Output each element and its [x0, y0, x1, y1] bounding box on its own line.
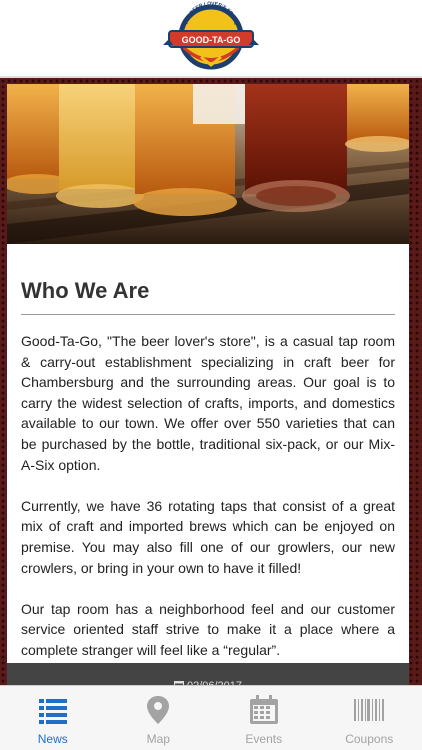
map-pin-icon [147, 696, 170, 724]
tab-news[interactable]: News [0, 686, 106, 750]
article-paragraph: Currently, we have 36 rotating taps that… [21, 497, 395, 576]
bottom-tab-bar: News Map Events Coupons [0, 685, 422, 750]
tab-label: News [37, 732, 68, 746]
calendar-icon [249, 695, 278, 724]
list-icon [38, 699, 67, 724]
article-card: Who We Are Good-Ta-Go, "The beer lover's… [7, 84, 409, 688]
barcode-icon [354, 699, 385, 721]
page-title: Who We Are [21, 278, 395, 315]
tab-label: Map [146, 732, 170, 746]
beer-glasses-hero-image [7, 84, 409, 244]
tab-coupons[interactable]: Coupons [317, 686, 422, 750]
good-ta-go-logo: GOOD-TA-GO THE BEER LOVER'S STORE [163, 1, 259, 70]
tab-label: Coupons [345, 732, 394, 746]
tab-events[interactable]: Events [211, 686, 317, 750]
tab-map[interactable]: Map [106, 686, 212, 750]
article-body: Good-Ta-Go, "The beer lover's store", is… [21, 331, 395, 661]
article-paragraph: Our tap room has a neighborhood feel and… [21, 600, 395, 658]
article-paragraph: Good-Ta-Go, "The beer lover's store", is… [21, 333, 395, 473]
tab-label: Events [245, 732, 283, 746]
svg-text:GOOD-TA-GO: GOOD-TA-GO [182, 35, 241, 45]
app-header: GOOD-TA-GO THE BEER LOVER'S STORE [0, 0, 422, 78]
